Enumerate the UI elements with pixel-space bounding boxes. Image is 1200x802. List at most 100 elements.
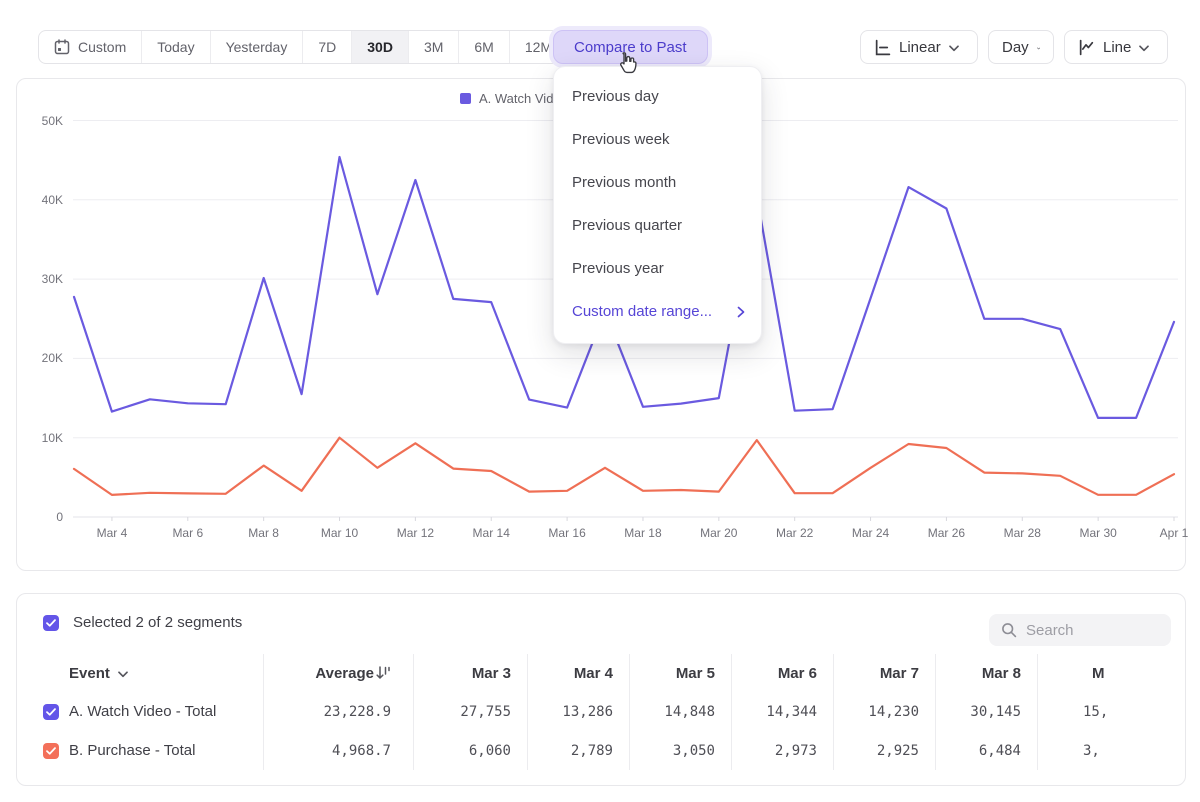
table-search <box>989 614 1171 646</box>
x-axis-label: Mar 22 <box>776 526 813 540</box>
menu-item-label: Previous month <box>572 174 676 191</box>
view-button-label: Linear <box>899 39 941 56</box>
line-chart-icon <box>1078 39 1095 56</box>
event-cell: B. Purchase - Total <box>29 731 263 770</box>
x-axis-label: Mar 20 <box>700 526 737 540</box>
view-button-label: Day <box>1002 39 1029 56</box>
row-label: B. Purchase - Total <box>69 742 195 759</box>
value-cell: 27,755 <box>413 692 527 731</box>
value-cell: 2,925 <box>833 731 935 770</box>
clipped-column-header: M <box>1037 654 1107 692</box>
date-column-header: Mar 8 <box>935 654 1037 692</box>
y-axis-label: 20K <box>23 351 63 365</box>
value-cell: 14,344 <box>731 692 833 731</box>
average-value: 4,968.7 <box>263 731 413 770</box>
menu-item-previous-quarter[interactable]: Previous quarter <box>554 204 761 247</box>
value-cell: 2,973 <box>731 731 833 770</box>
range-button-6m[interactable]: 6M <box>459 31 509 63</box>
compare-to-past-menu: Previous day Previous week Previous month P… <box>553 66 762 344</box>
value-cell: 14,230 <box>833 692 935 731</box>
chevron-right-icon <box>737 306 745 318</box>
range-button-label: Custom <box>78 39 126 55</box>
range-button-30d[interactable]: 30D <box>352 31 409 63</box>
y-axis-label: 30K <box>23 272 63 286</box>
date-column-header: Mar 6 <box>731 654 833 692</box>
row-label: A. Watch Video - Total <box>69 703 216 720</box>
date-column-header: Mar 3 <box>413 654 527 692</box>
chevron-down-icon <box>949 45 959 52</box>
range-button-label: 30D <box>367 39 393 55</box>
average-header-label: Average <box>315 665 374 682</box>
table-viewport: EventAverage Mar 3Mar 4Mar 5Mar 6Mar 7Ma… <box>29 654 1107 772</box>
average-column-header[interactable]: Average <box>263 654 413 692</box>
linear-dropdown-button[interactable]: Linear <box>860 30 978 64</box>
legend-swatch-watch-video <box>460 93 471 104</box>
range-button-label: Yesterday <box>226 39 288 55</box>
x-axis-label: Mar 24 <box>852 526 889 540</box>
range-button-3m[interactable]: 3M <box>409 31 459 63</box>
insights-report-page: CustomTodayYesterday7D30D3M6M12M Compare… <box>0 0 1200 802</box>
cursor-pointer-icon <box>615 50 639 78</box>
range-button-today[interactable]: Today <box>142 31 210 63</box>
x-axis-label: Mar 6 <box>172 526 203 540</box>
x-axis-label: Mar 26 <box>928 526 965 540</box>
x-axis-label: Mar 28 <box>1004 526 1041 540</box>
chevron-down-icon <box>1139 45 1149 52</box>
chart-legend: A. Watch Video <box>460 91 568 106</box>
value-cell: 3,050 <box>629 731 731 770</box>
value-cell: 13,286 <box>527 692 629 731</box>
y-axis-label: 50K <box>23 114 63 128</box>
range-button-7d[interactable]: 7D <box>303 31 352 63</box>
date-range-selector: Custom Today Yesterday 7D 30D 3M6M 12M <box>38 30 568 64</box>
x-axis-label: Mar 12 <box>397 526 434 540</box>
linear-scale-icon <box>874 39 891 56</box>
row-checkbox[interactable] <box>43 704 59 720</box>
value-cell: 6,484 <box>935 731 1037 770</box>
x-axis-label: Mar 30 <box>1079 526 1116 540</box>
menu-item-previous-week[interactable]: Previous week <box>554 118 761 161</box>
menu-item-custom-date-range[interactable]: Custom date range... <box>554 290 761 333</box>
menu-item-label: Previous week <box>572 131 670 148</box>
average-value: 23,228.9 <box>263 692 413 731</box>
chevron-down-icon <box>1037 45 1040 52</box>
menu-item-label: Previous quarter <box>572 217 682 234</box>
menu-item-label: Previous year <box>572 260 664 277</box>
day-dropdown-button[interactable]: Day <box>988 30 1054 64</box>
search-icon <box>1001 622 1017 638</box>
chevron-down-icon <box>118 671 128 678</box>
select-all-checkbox[interactable] <box>43 615 59 631</box>
menu-item-label: Custom date range... <box>572 303 712 320</box>
y-axis-label: 0 <box>23 510 63 524</box>
range-button-label: 12M <box>525 39 552 55</box>
x-axis-label: Mar 16 <box>548 526 585 540</box>
view-button-label: Line <box>1103 39 1131 56</box>
value-cell: 2,789 <box>527 731 629 770</box>
value-cell: 14,848 <box>629 692 731 731</box>
x-axis-label: Mar 18 <box>624 526 661 540</box>
event-cell: A. Watch Video - Total <box>29 692 263 731</box>
range-button-yesterday[interactable]: Yesterday <box>211 31 304 63</box>
menu-item-previous-month[interactable]: Previous month <box>554 161 761 204</box>
menu-item-previous-year[interactable]: Previous year <box>554 247 761 290</box>
row-checkbox[interactable] <box>43 743 59 759</box>
menu-item-label: Previous day <box>572 88 659 105</box>
value-cell: 30,145 <box>935 692 1037 731</box>
range-button-label: 7D <box>318 39 336 55</box>
range-button-label: Today <box>157 39 194 55</box>
event-header-label: Event <box>69 665 110 682</box>
series-line-b-purchase <box>74 438 1174 495</box>
range-button-custom[interactable]: Custom <box>39 31 142 63</box>
search-input[interactable] <box>1026 622 1146 639</box>
x-axis-label: Mar 14 <box>473 526 510 540</box>
x-axis-label: Mar 4 <box>97 526 128 540</box>
x-axis-label: Mar 10 <box>321 526 358 540</box>
clipped-value-cell: 3, <box>1037 731 1107 770</box>
line-dropdown-button[interactable]: Line <box>1064 30 1168 64</box>
event-column-header[interactable]: Event <box>29 654 263 692</box>
segments-table-card: Selected 2 of 2 segments EventAverage Ma… <box>16 593 1186 786</box>
x-axis-label: Apr 1 <box>1160 526 1189 540</box>
table-row: B. Purchase - Total4,968.76,0602,7893,05… <box>29 731 1107 770</box>
menu-item-previous-day[interactable]: Previous day <box>554 75 761 118</box>
x-axis-label: Mar 8 <box>248 526 279 540</box>
y-axis-label: 40K <box>23 193 63 207</box>
